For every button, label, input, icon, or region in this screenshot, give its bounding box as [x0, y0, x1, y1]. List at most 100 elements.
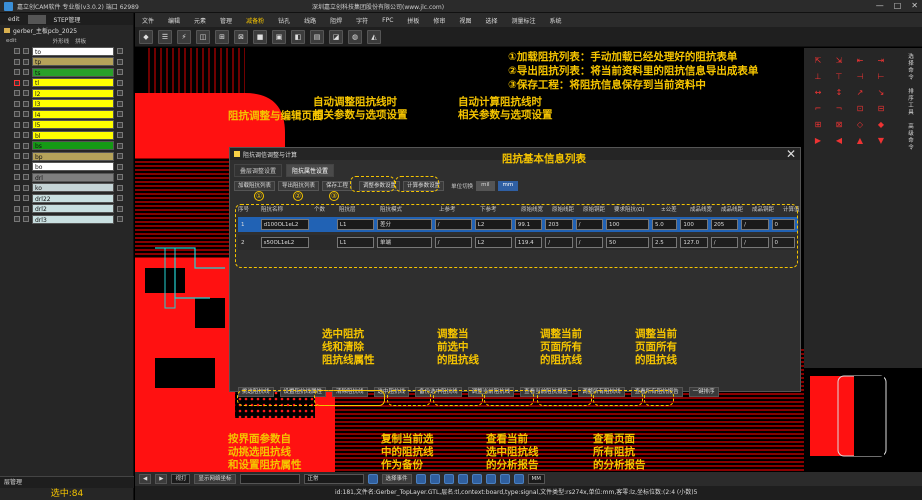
layer-row[interactable]: drl	[0, 172, 133, 183]
right-tool-icon[interactable]: ↕	[833, 88, 845, 98]
tab-edit[interactable]: edit	[4, 15, 24, 24]
layer-name[interactable]: bo	[32, 162, 114, 172]
menu-item[interactable]: 系统	[542, 16, 568, 25]
right-tool-icon[interactable]: ↔	[812, 88, 824, 98]
layer-lock-checkbox[interactable]	[117, 100, 123, 107]
right-tool-icon[interactable]: ▶	[812, 136, 824, 146]
layer-name[interactable]: drl22	[32, 193, 114, 203]
layer-manager-tab[interactable]: 层管理	[0, 476, 134, 488]
toolbar-tool-icon[interactable]: ▤	[310, 29, 324, 44]
layer-row[interactable]: to	[0, 46, 133, 57]
zoom-mode-select[interactable]: 视打	[171, 474, 191, 484]
menu-item[interactable]: 阻焊	[323, 16, 349, 25]
layer-visibility-checkbox[interactable]	[14, 142, 20, 149]
layer-select-checkbox[interactable]	[23, 100, 29, 107]
tab-blank[interactable]	[27, 14, 46, 24]
sort-button[interactable]: 一键排序	[688, 387, 719, 397]
layer-name[interactable]: bp	[32, 151, 114, 161]
right-tool-icon[interactable]: ⇤	[854, 56, 866, 66]
toolbar-tool-icon[interactable]: ▣	[272, 29, 286, 44]
right-tool-icon[interactable]: ▲	[854, 136, 866, 146]
layer-row[interactable]: drl2	[0, 204, 133, 215]
layer-select-checkbox[interactable]	[23, 163, 29, 170]
layer-lock-checkbox[interactable]	[117, 111, 123, 118]
outline-option[interactable]: 外形线	[53, 37, 70, 45]
tab-impedance-properties[interactable]: 阻抗属性设置	[286, 164, 335, 177]
layer-row[interactable]: bs	[0, 141, 133, 152]
menu-item[interactable]: 文件	[135, 16, 161, 25]
layer-select-checkbox[interactable]	[23, 184, 29, 191]
right-tool-icon[interactable]: ⇱	[812, 56, 824, 66]
layer-row[interactable]: bl	[0, 130, 133, 141]
select-mode-icon[interactable]	[367, 474, 378, 484]
tab-step-manager[interactable]: STEP管理	[50, 14, 85, 25]
layer-row[interactable]: tp	[0, 57, 133, 68]
toolbar-tool-icon[interactable]: ■	[253, 29, 267, 44]
menu-item[interactable]: 测量标注	[504, 16, 542, 25]
layer-select-checkbox[interactable]	[23, 58, 29, 65]
layer-name[interactable]: tp	[32, 57, 114, 67]
layer-visibility-checkbox[interactable]	[14, 216, 20, 223]
layer-lock-checkbox[interactable]	[117, 58, 123, 65]
rect-tool-icon[interactable]	[443, 474, 454, 484]
layer-visibility-checkbox[interactable]	[14, 58, 20, 65]
layer-select-checkbox[interactable]	[23, 132, 29, 139]
layer-visibility-checkbox[interactable]	[14, 90, 20, 97]
toolbar-tool-icon[interactable]: ◪	[329, 29, 343, 44]
layer-visibility-checkbox[interactable]	[14, 174, 20, 181]
menu-item[interactable]: 选择	[478, 16, 504, 25]
menu-item[interactable]: 钻孔	[271, 16, 297, 25]
right-tool-icon[interactable]: ⌐	[812, 104, 824, 114]
layer-select-checkbox[interactable]	[23, 174, 29, 181]
layer-select-checkbox[interactable]	[23, 153, 29, 160]
layer-select-checkbox[interactable]	[23, 142, 29, 149]
right-tool-icon[interactable]: ⊠	[833, 120, 845, 130]
layer-select-checkbox[interactable]	[23, 121, 29, 128]
layer-visibility-checkbox[interactable]	[14, 48, 20, 55]
right-tool-icon[interactable]: ⇲	[833, 56, 845, 66]
minimap[interactable]	[804, 368, 922, 472]
layer-visibility-checkbox[interactable]	[14, 163, 20, 170]
tab-stackup-settings[interactable]: 叠层调整设置	[234, 164, 283, 177]
menu-item[interactable]: 管理	[213, 16, 239, 25]
layer-lock-checkbox[interactable]	[117, 69, 123, 76]
job-item[interactable]: gerber_主板pcb_2025	[0, 25, 133, 36]
layer-name[interactable]: drl	[32, 172, 114, 182]
menu-item[interactable]: 修审	[426, 16, 452, 25]
dialog-close-icon[interactable]: ✕	[786, 147, 796, 161]
next-button[interactable]: ▶	[155, 474, 168, 484]
layer-select-checkbox[interactable]	[23, 79, 29, 86]
right-tool-icon[interactable]: ⊞	[812, 120, 824, 130]
layer-visibility-checkbox[interactable]	[14, 132, 20, 139]
layer-visibility-checkbox[interactable]	[14, 184, 20, 191]
layer-select-checkbox[interactable]	[23, 216, 29, 223]
layer-name[interactable]: ts	[32, 67, 114, 77]
layer-lock-checkbox[interactable]	[117, 163, 123, 170]
layer-row[interactable]: l5	[0, 120, 133, 131]
unit-mm-button[interactable]: mm	[497, 181, 519, 191]
pointer-icon[interactable]	[415, 474, 426, 484]
layer-select-checkbox[interactable]	[23, 205, 29, 212]
menu-item[interactable]: 字符	[349, 16, 375, 25]
step-name[interactable]: edit	[6, 38, 17, 44]
toolbar-tool-icon[interactable]: ◧	[291, 29, 305, 44]
layer-select-checkbox[interactable]	[23, 90, 29, 97]
right-tool-icon[interactable]: ⊡	[854, 104, 866, 114]
right-tool-icon[interactable]: ↘	[875, 88, 887, 98]
toolbar-tool-icon[interactable]: ◆	[139, 29, 153, 44]
layer-visibility-checkbox[interactable]	[14, 111, 20, 118]
layer-row[interactable]: l3	[0, 99, 133, 110]
layer-name[interactable]: to	[32, 46, 114, 56]
layer-lock-checkbox[interactable]	[117, 79, 123, 86]
toolbar-tool-icon[interactable]: ⊞	[215, 29, 229, 44]
right-tool-icon[interactable]: ◀	[833, 136, 845, 146]
layer-name[interactable]: l4	[32, 109, 114, 119]
layer-select-checkbox[interactable]	[23, 48, 29, 55]
right-tool-icon[interactable]: ⊣	[854, 72, 866, 82]
right-tool-icon[interactable]: ⊢	[875, 72, 887, 82]
layer-name[interactable]: l2	[32, 88, 114, 98]
toolbar-tool-icon[interactable]: ◭	[367, 29, 381, 44]
menu-item[interactable]: FPC	[375, 17, 400, 24]
layer-name[interactable]: bs	[32, 141, 114, 151]
layer-visibility-checkbox[interactable]	[14, 79, 20, 86]
